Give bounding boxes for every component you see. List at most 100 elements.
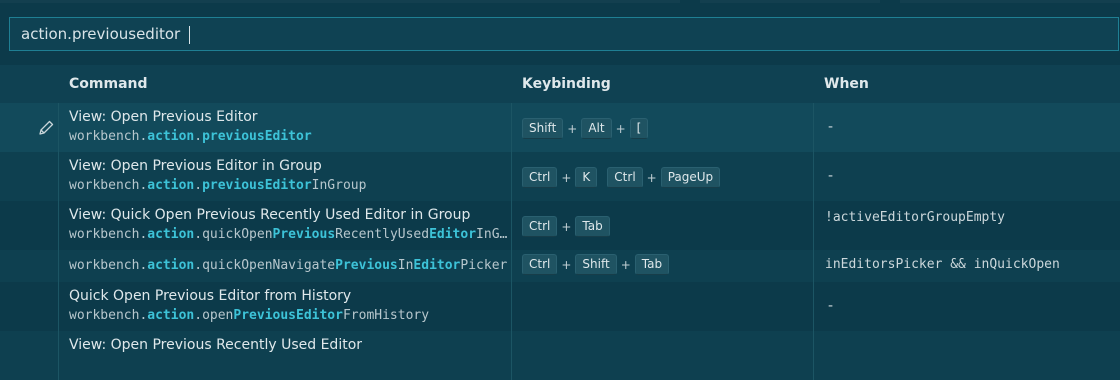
- keybindings-search-input[interactable]: [10, 18, 1118, 50]
- column-header-command[interactable]: Command: [69, 76, 148, 92]
- key-cap: Shift: [522, 118, 564, 139]
- when-clause: inEditorsPicker && inQuickOpen: [825, 257, 1060, 272]
- key-cap: Ctrl: [522, 167, 558, 188]
- table-row[interactable]: workbench.action.quickOpenNavigatePrevio…: [0, 250, 1120, 282]
- key-cap: K: [575, 167, 598, 188]
- key-plus: +: [561, 219, 572, 234]
- command-id-part: InGroup: [476, 227, 509, 242]
- when-clause: -: [828, 298, 834, 314]
- command-id: workbench.action.openPreviousEditorFromH…: [69, 308, 509, 323]
- table-row[interactable]: View: Open Previous Editor in Group workb…: [0, 152, 1120, 201]
- table-row[interactable]: View: Quick Open Previous Recently Used …: [0, 201, 1120, 250]
- top-strip: [0, 0, 1120, 6]
- command-id: workbench.action.previousEditorInGroup: [69, 178, 509, 193]
- key-cap: Shift: [575, 254, 617, 275]
- key-plus: +: [646, 170, 657, 185]
- column-divider: [511, 282, 512, 331]
- command-id-match: previousEditor: [202, 129, 312, 144]
- command-id-part: RecentlyUsed: [335, 227, 430, 242]
- command-id-part: .: [194, 129, 203, 144]
- command-id-part: InGroup: [311, 178, 367, 193]
- command-id-match: Previous: [335, 258, 398, 273]
- command-id-match: Editor: [413, 258, 461, 273]
- column-divider: [511, 152, 512, 201]
- column-divider: [813, 250, 814, 282]
- command-id-part: workbench.: [69, 178, 148, 193]
- command-id-match: action: [147, 227, 195, 242]
- key-cap: PageUp: [660, 167, 721, 188]
- table-row[interactable]: View: Open Previous Recently Used Editor: [0, 331, 1120, 380]
- top-strip-segment: [900, 0, 1120, 3]
- table-body: View: Open Previous Editor workbench.acti…: [0, 103, 1120, 380]
- column-divider: [813, 282, 814, 331]
- command-id-match: action: [147, 129, 195, 144]
- keybinding[interactable]: Ctrl + Tab: [522, 216, 610, 237]
- column-divider: [511, 250, 512, 282]
- column-divider: [58, 282, 59, 331]
- key-cap: Ctrl: [607, 167, 643, 188]
- command-id: workbench.action.quickOpenPreviousRecent…: [69, 227, 509, 242]
- column-divider: [813, 331, 814, 380]
- command-title: View: Quick Open Previous Recently Used …: [69, 207, 471, 223]
- command-id-match: action: [147, 178, 195, 193]
- command-title: View: Open Previous Editor in Group: [69, 158, 322, 174]
- command-title: View: Open Previous Editor: [69, 109, 258, 125]
- key-cap: Tab: [634, 254, 670, 275]
- key-plus: +: [567, 121, 578, 136]
- keybinding[interactable]: Ctrl + K Ctrl + PageUp: [522, 167, 721, 188]
- command-id-part: Picker: [460, 258, 508, 273]
- when-clause: -: [828, 119, 834, 135]
- column-divider: [58, 103, 59, 152]
- key-cap: Ctrl: [522, 254, 558, 275]
- key-plus: +: [561, 170, 572, 185]
- command-id-part: workbench.: [69, 308, 148, 323]
- column-divider: [813, 152, 814, 201]
- table-row[interactable]: View: Open Previous Editor workbench.acti…: [0, 103, 1120, 152]
- command-id-part: workbench.: [69, 227, 148, 242]
- command-id-match: action: [147, 258, 195, 273]
- command-id: workbench.action.previousEditor: [69, 129, 509, 144]
- keybinding[interactable]: Shift + Alt +[: [522, 118, 649, 139]
- command-id-part: .quickOpen: [194, 227, 273, 242]
- key-plus: +: [615, 121, 626, 136]
- column-divider: [58, 331, 59, 380]
- key-cap: Alt: [581, 118, 612, 139]
- key-plus: +: [620, 257, 631, 272]
- key-cap: Tab: [575, 216, 610, 237]
- command-id: workbench.action.quickOpenNavigatePrevio…: [69, 258, 509, 273]
- edit-pencil-icon[interactable]: [37, 119, 55, 137]
- column-header-when[interactable]: When: [824, 76, 869, 92]
- column-divider: [58, 250, 59, 282]
- column-divider: [511, 331, 512, 380]
- when-clause: -: [828, 168, 834, 184]
- column-divider: [511, 201, 512, 250]
- key-cap: Ctrl: [522, 216, 558, 237]
- table-header: Command Keybinding When: [0, 65, 1120, 103]
- command-id-match: Previous: [272, 227, 336, 242]
- column-divider: [511, 103, 512, 152]
- command-title: Quick Open Previous Editor from History: [69, 288, 352, 304]
- text-caret: [189, 26, 190, 44]
- column-header-keybinding[interactable]: Keybinding: [522, 76, 611, 92]
- column-divider: [813, 103, 814, 152]
- top-strip-segment: [700, 0, 880, 3]
- when-clause: !activeEditorGroupEmpty: [825, 210, 1006, 225]
- column-divider: [58, 152, 59, 201]
- keybindings-search-box[interactable]: [9, 17, 1119, 51]
- command-title: View: Open Previous Recently Used Editor: [69, 337, 363, 353]
- keybinding[interactable]: Ctrl + Shift + Tab: [522, 254, 670, 275]
- command-id-part: .open: [194, 308, 234, 323]
- command-id-part: .quickOpenNavigate: [194, 258, 336, 273]
- column-divider: [813, 201, 814, 250]
- table-row[interactable]: Quick Open Previous Editor from History w…: [0, 282, 1120, 331]
- command-id-match: Editor: [429, 227, 477, 242]
- command-id-part: workbench.: [69, 258, 148, 273]
- command-id-part: In: [397, 258, 414, 273]
- command-id-match: previousEditor: [202, 178, 312, 193]
- command-id-match: PreviousEditor: [233, 308, 343, 323]
- key-cap: [: [629, 118, 649, 139]
- keybindings-table: Command Keybinding When View: Open Previ…: [0, 65, 1120, 380]
- command-id-part: workbench.: [69, 129, 148, 144]
- top-strip-segment: [0, 0, 680, 3]
- command-id-part: .: [194, 178, 203, 193]
